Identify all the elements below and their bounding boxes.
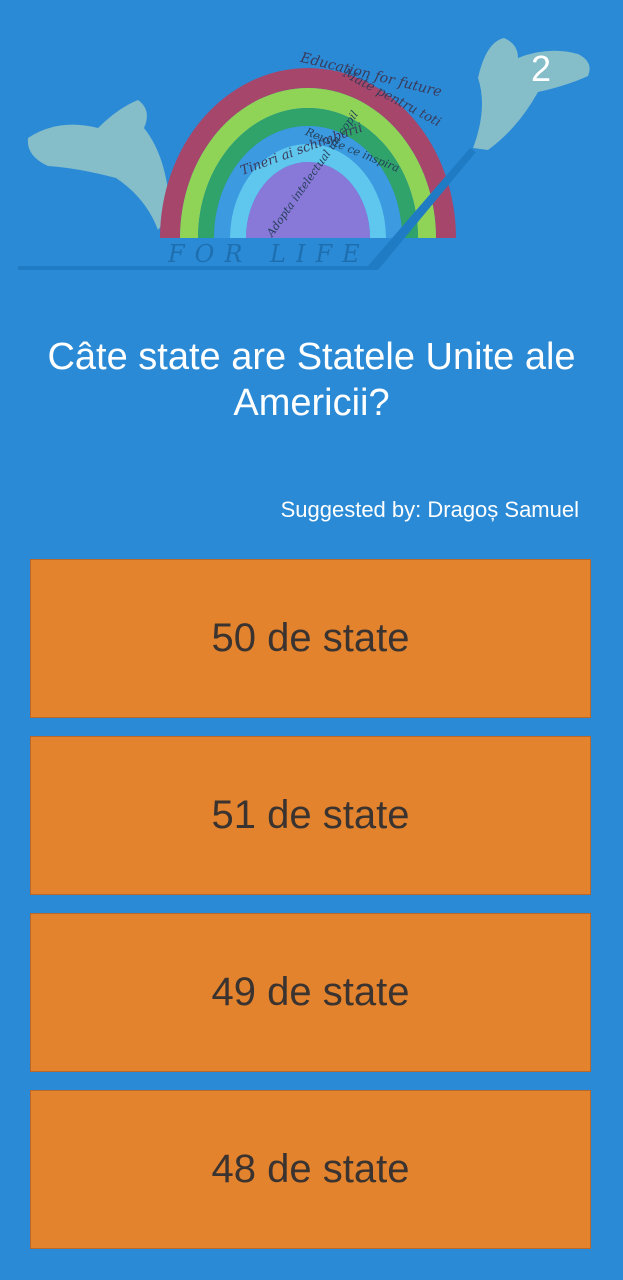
logo-base-text: FOR LIFE xyxy=(167,240,370,268)
answer-option-label: 51 de state xyxy=(211,793,410,837)
answer-option-label: 48 de state xyxy=(211,1147,410,1191)
question-text: Câte state are Statele Unite ale Americi… xyxy=(47,336,576,424)
answer-option-2[interactable]: 51 de state xyxy=(30,736,591,895)
answer-option-1[interactable]: 50 de state xyxy=(30,559,591,718)
answer-option-3[interactable]: 49 de state xyxy=(30,913,591,1072)
suggested-by-label: Suggested by: Dragoș Samuel xyxy=(280,497,579,522)
answer-option-label: 49 de state xyxy=(211,970,410,1014)
question-number: 2 xyxy=(530,48,551,89)
education-for-life-logo: Education for future Mate pentru toti Ti… xyxy=(18,38,590,270)
left-hand-icon xyxy=(27,100,171,230)
answer-option-label: 50 de state xyxy=(211,616,410,660)
answer-option-4[interactable]: 48 de state xyxy=(30,1090,591,1249)
